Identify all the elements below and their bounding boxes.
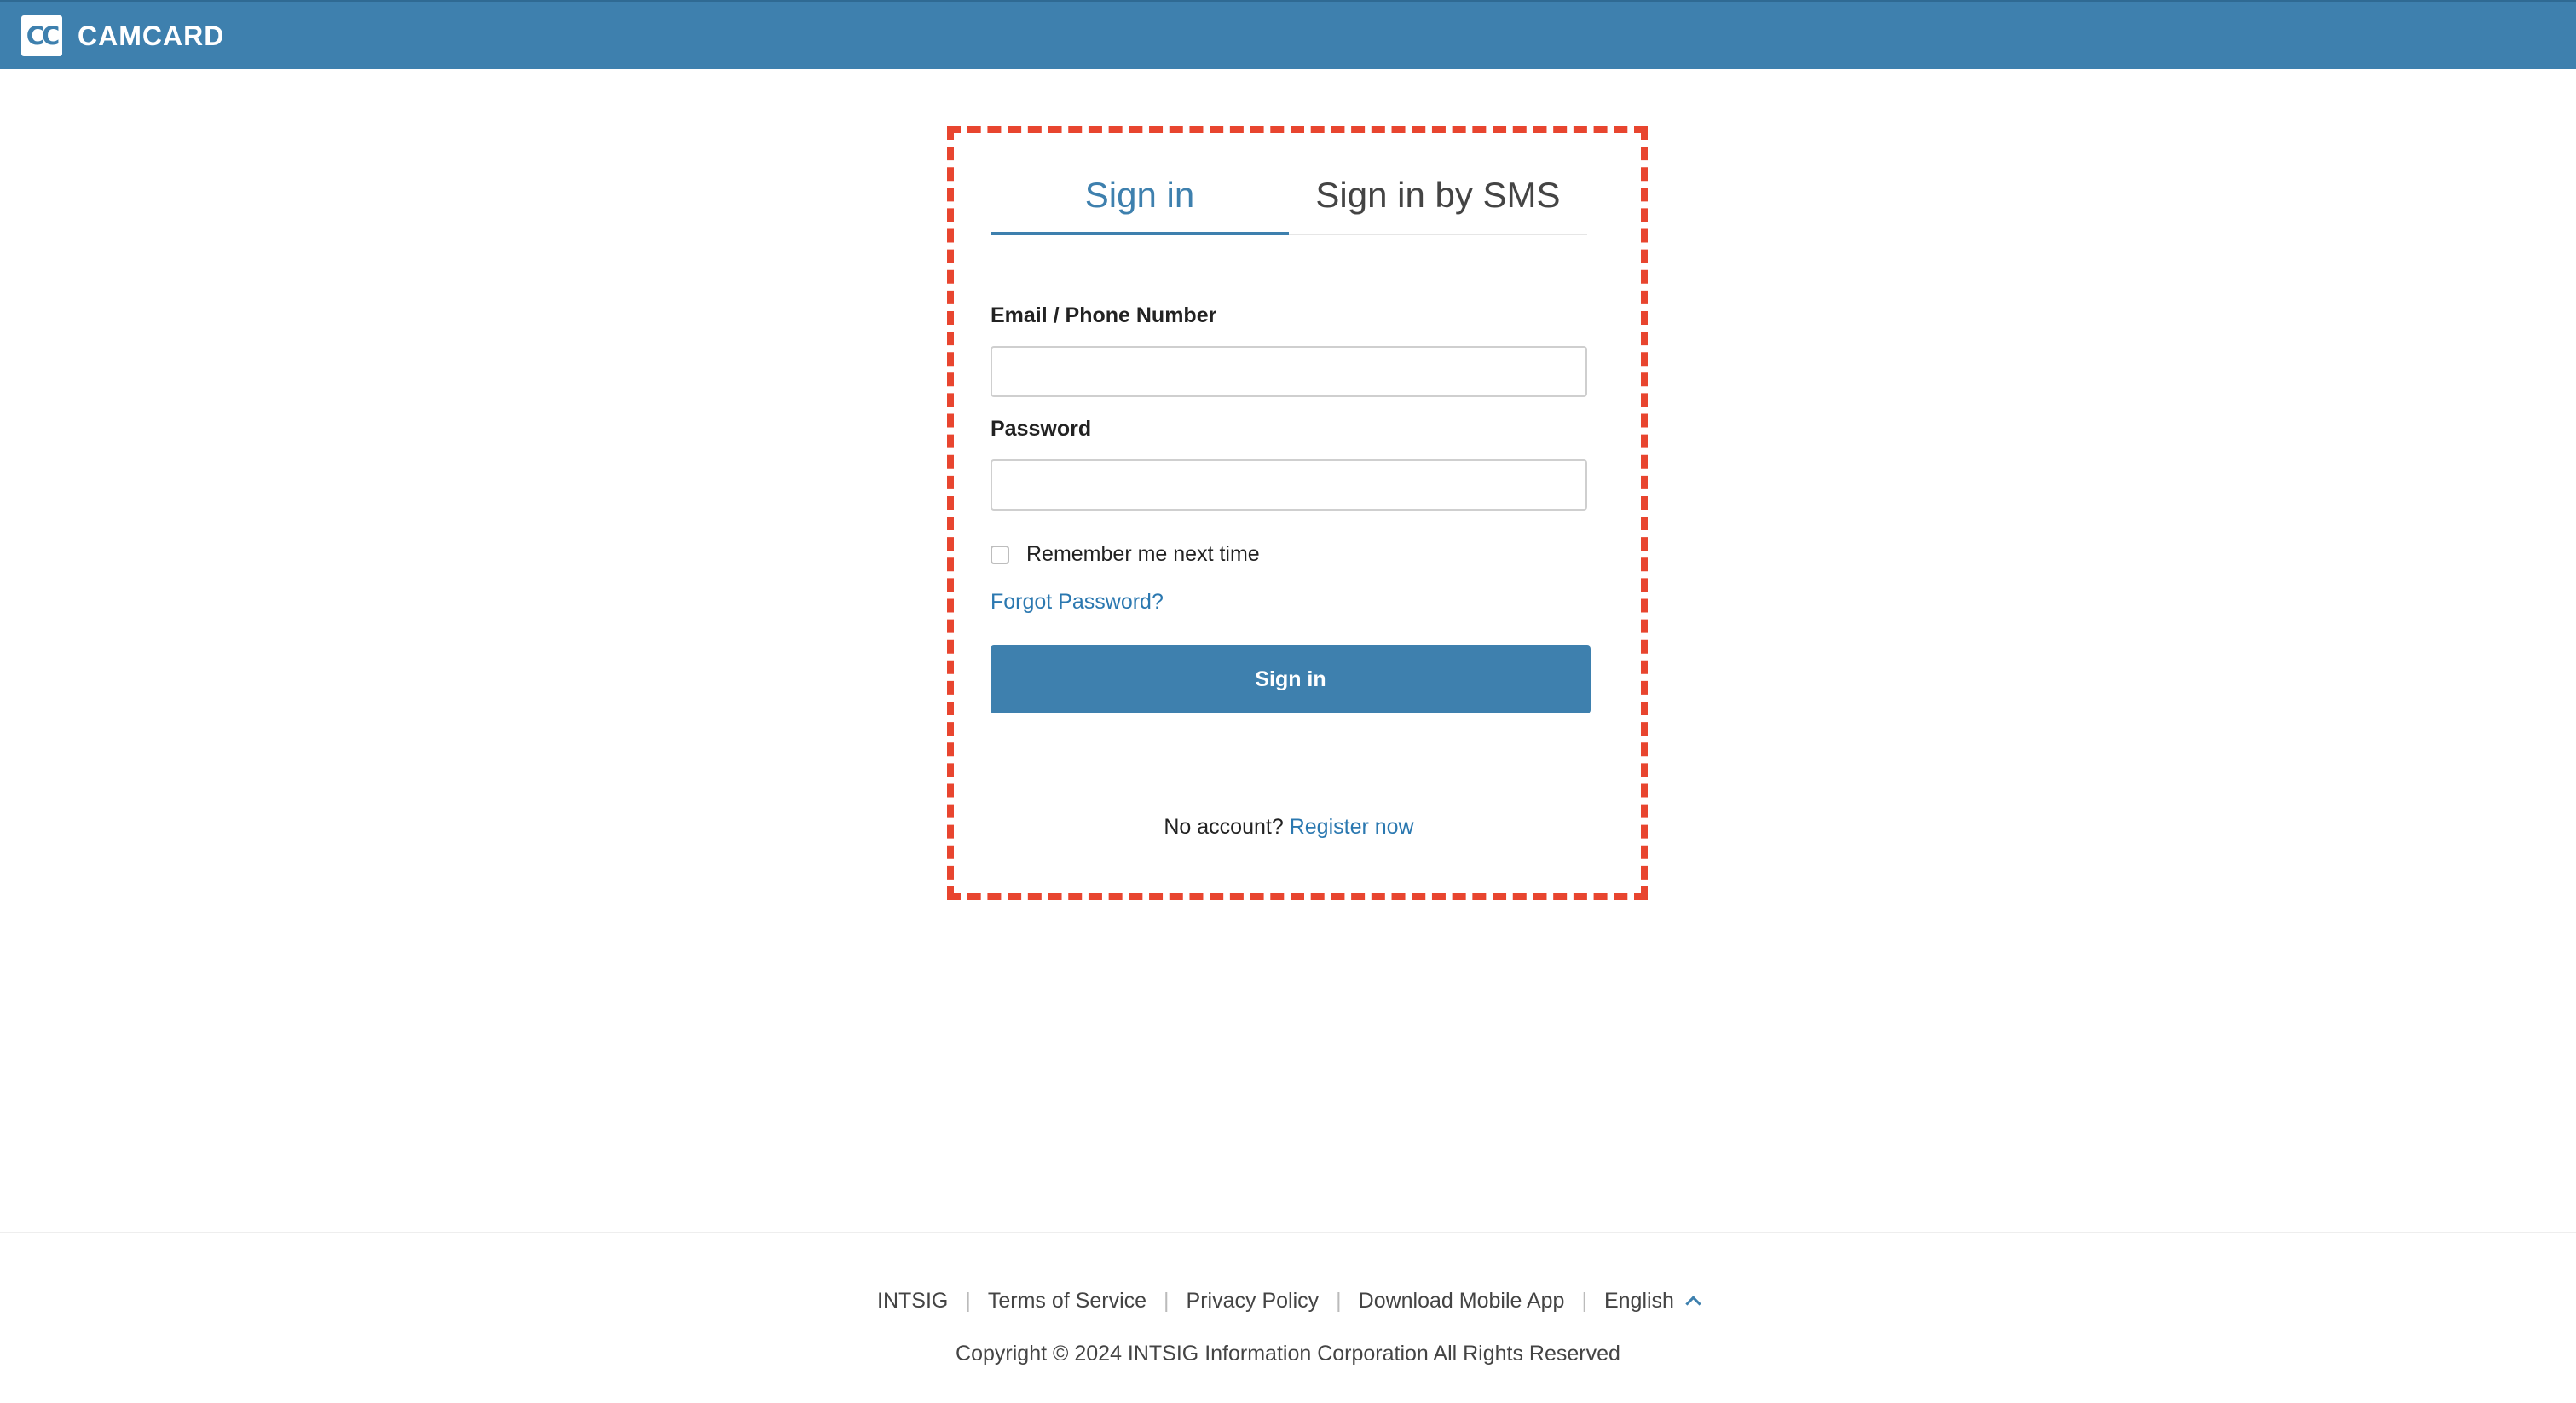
password-input[interactable] — [991, 459, 1587, 511]
footer-separator: | — [1581, 1289, 1587, 1313]
cc-logo-icon: CC — [21, 15, 62, 56]
email-label: Email / Phone Number — [991, 303, 1217, 327]
footer-separator: | — [1336, 1289, 1342, 1313]
top-bar: CC CAMCARD — [0, 0, 2576, 69]
register-prompt: No account? Register now — [991, 815, 1587, 840]
remember-me: Remember me next time — [991, 542, 1260, 567]
password-label: Password — [991, 417, 1092, 441]
register-now-link[interactable]: Register now — [1290, 815, 1414, 839]
logo-text: CAMCARD — [78, 20, 225, 51]
footer-divider — [0, 1232, 2576, 1233]
copyright-text: Copyright © 2024 INTSIG Information Corp… — [956, 1342, 1620, 1365]
footer-link-intsig[interactable]: INTSIG — [877, 1289, 948, 1314]
sign-in-button[interactable]: Sign in — [991, 645, 1591, 713]
email-phone-input[interactable] — [991, 346, 1587, 397]
camcard-logo[interactable]: CC CAMCARD — [21, 15, 224, 56]
footer-link-privacy[interactable]: Privacy Policy — [1187, 1289, 1320, 1314]
language-label: English — [1603, 1289, 1674, 1313]
chevron-up-icon — [1685, 1296, 1701, 1312]
remember-me-label[interactable]: Remember me next time — [1026, 542, 1260, 567]
language-selector[interactable]: English — [1603, 1289, 1701, 1314]
login-tabs: Sign in Sign in by SMS — [991, 167, 1587, 235]
footer-links: INTSIG | Terms of Service | Privacy Poli… — [0, 1289, 2576, 1314]
remember-me-checkbox[interactable] — [991, 545, 1009, 564]
login-panel-highlight — [947, 126, 1648, 900]
forgot-password-link[interactable]: Forgot Password? — [991, 590, 1164, 615]
footer-link-terms[interactable]: Terms of Service — [988, 1289, 1146, 1314]
footer-separator: | — [1164, 1289, 1170, 1313]
tab-sign-in[interactable]: Sign in — [991, 167, 1289, 235]
footer-separator: | — [965, 1289, 971, 1313]
no-account-text: No account? — [1164, 815, 1284, 839]
tab-sign-in-by-sms[interactable]: Sign in by SMS — [1289, 167, 1587, 234]
footer-link-download-app[interactable]: Download Mobile App — [1359, 1289, 1565, 1314]
